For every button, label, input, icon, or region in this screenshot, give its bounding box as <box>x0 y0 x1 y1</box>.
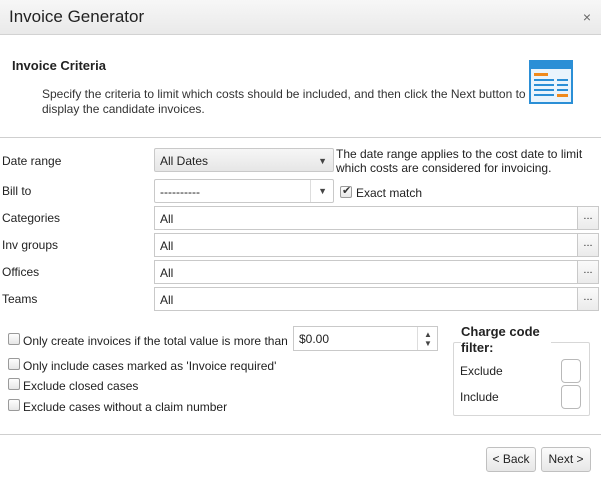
criteria-header: Invoice Criteria Specify the criteria to… <box>0 36 601 138</box>
footer-divider <box>0 434 601 435</box>
invoice-required-label: Only include cases marked as 'Invoice re… <box>23 359 277 373</box>
bill-to-value: ---------- <box>160 185 200 199</box>
title-bar: Invoice Generator × <box>0 0 601 35</box>
date-range-select[interactable]: All Dates ▼ <box>154 148 334 172</box>
exclude-charge-code-field[interactable] <box>561 359 581 383</box>
dropdown-arrow-icon: ▼ <box>318 156 327 166</box>
exclude-closed-checkbox[interactable] <box>8 378 20 390</box>
min-total-spinner[interactable]: ▲ ▼ <box>417 327 437 350</box>
date-range-note: The date range applies to the cost date … <box>336 147 583 175</box>
offices-field[interactable]: All <box>154 260 578 284</box>
teams-browse-button[interactable]: ... <box>577 287 599 311</box>
categories-browse-button[interactable]: ... <box>577 206 599 230</box>
exclude-label: Exclude <box>460 364 503 378</box>
exclude-closed-label: Exclude closed cases <box>23 379 139 393</box>
back-button[interactable]: < Back <box>486 447 536 472</box>
categories-label: Categories <box>2 211 61 225</box>
exclude-no-claim-checkbox[interactable] <box>8 399 20 411</box>
min-total-input[interactable]: $0.00 ▲ ▼ <box>293 326 438 351</box>
bill-to-select[interactable]: ---------- ▼ <box>154 179 334 203</box>
spin-down-icon[interactable]: ▼ <box>424 339 432 348</box>
min-total-checkbox[interactable] <box>8 333 20 345</box>
offices-browse-button[interactable]: ... <box>577 260 599 284</box>
close-icon[interactable]: × <box>583 9 591 25</box>
date-range-value: All Dates <box>160 154 209 168</box>
next-button[interactable]: Next > <box>541 447 591 472</box>
include-charge-code-field[interactable] <box>561 385 581 409</box>
categories-field[interactable]: All <box>154 206 578 230</box>
window-title: Invoice Generator <box>9 7 145 26</box>
instructions-text: Specify the criteria to limit which cost… <box>42 87 526 116</box>
invoice-required-checkbox[interactable] <box>8 358 20 370</box>
min-total-label: Only create invoices if the total value … <box>23 334 288 348</box>
exclude-no-claim-label: Exclude cases without a claim number <box>23 400 228 414</box>
min-total-value: $0.00 <box>299 332 330 346</box>
date-range-label: Date range <box>2 154 62 168</box>
dropdown-divider <box>310 180 311 202</box>
exact-match-label: Exact match <box>356 186 423 200</box>
invoice-table-icon <box>529 60 573 104</box>
teams-field[interactable]: All <box>154 287 578 311</box>
inv-groups-label: Inv groups <box>2 238 59 252</box>
spin-up-icon[interactable]: ▲ <box>424 330 432 339</box>
bill-to-label: Bill to <box>2 184 32 198</box>
inv-groups-field[interactable]: All <box>154 233 578 257</box>
dropdown-arrow-icon: ▼ <box>318 186 327 196</box>
charge-code-filter-title: Charge code filter: <box>461 324 551 356</box>
exact-match-checkbox[interactable] <box>340 184 352 198</box>
offices-label: Offices <box>2 265 40 279</box>
include-label: Include <box>460 390 499 404</box>
teams-label: Teams <box>2 292 38 306</box>
inv-groups-browse-button[interactable]: ... <box>577 233 599 257</box>
page-title: Invoice Criteria <box>12 58 106 73</box>
